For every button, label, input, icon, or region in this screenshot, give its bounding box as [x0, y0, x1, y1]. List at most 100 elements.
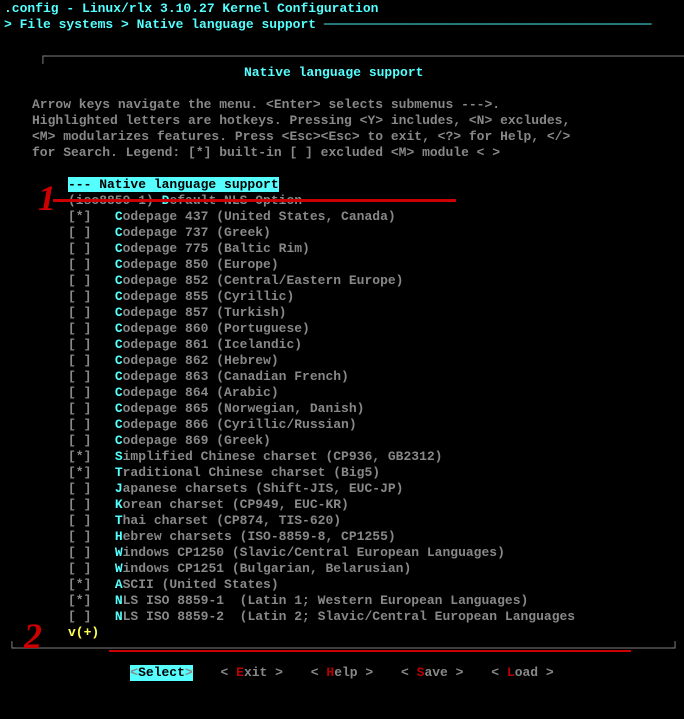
checkbox-mark[interactable]: [ ]: [68, 385, 91, 400]
hotkey: T: [115, 465, 123, 480]
checkbox-mark[interactable]: [*]: [68, 465, 91, 480]
hotkey: C: [115, 305, 123, 320]
hotkey: C: [115, 385, 123, 400]
option-label: indows CP1251 (Bulgarian, Belarusian): [123, 561, 412, 576]
hotkey: H: [115, 529, 123, 544]
help-line: Highlighted letters are hotkeys. Pressin…: [32, 113, 652, 129]
list-item[interactable]: [ ] Windows CP1250 (Slavic/Central Europ…: [68, 545, 676, 561]
checkbox-mark[interactable]: [*]: [68, 449, 91, 464]
hotkey: C: [115, 353, 123, 368]
list-item[interactable]: [*] Codepage 437 (United States, Canada): [68, 209, 676, 225]
hotkey: C: [115, 321, 123, 336]
list-item[interactable]: [ ] Codepage 864 (Arabic): [68, 385, 676, 401]
button-label: ave: [424, 665, 447, 680]
list-item[interactable]: [*] Simplified Chinese charset (CP936, G…: [68, 449, 676, 465]
list-item[interactable]: [ ] Codepage 866 (Cyrillic/Russian): [68, 417, 676, 433]
list-item[interactable]: [ ] Codepage 855 (Cyrillic): [68, 289, 676, 305]
section-header-row[interactable]: --- Native language support: [68, 177, 676, 193]
option-label: implified Chinese charset (CP936, GB2312…: [123, 449, 443, 464]
checkbox-mark[interactable]: [ ]: [68, 417, 91, 432]
hotkey: E: [236, 665, 244, 680]
list-item[interactable]: [ ] Windows CP1251 (Bulgarian, Belarusia…: [68, 561, 676, 577]
checkbox-mark[interactable]: [ ]: [68, 289, 91, 304]
option-list[interactable]: --- Native language support (iso8859-1) …: [8, 177, 676, 625]
list-item[interactable]: [ ] Thai charset (CP874, TIS-620): [68, 513, 676, 529]
list-item[interactable]: [ ] Codepage 852 (Central/Eastern Europe…: [68, 273, 676, 289]
hotkey: K: [115, 497, 123, 512]
checkbox-mark[interactable]: [ ]: [68, 481, 91, 496]
checkbox-mark[interactable]: [ ]: [68, 433, 91, 448]
list-item[interactable]: [ ] Korean charset (CP949, EUC-KR): [68, 497, 676, 513]
hotkey: C: [115, 257, 123, 272]
option-label: apanese charsets (Shift-JIS, EUC-JP): [123, 481, 404, 496]
hotkey: C: [115, 401, 123, 416]
list-item[interactable]: [ ] Codepage 737 (Greek): [68, 225, 676, 241]
checkbox-mark[interactable]: [ ]: [68, 401, 91, 416]
list-item[interactable]: [ ] NLS ISO 8859-2 (Latin 2; Slavic/Cent…: [68, 609, 676, 625]
list-item[interactable]: [ ] Codepage 869 (Greek): [68, 433, 676, 449]
checkbox-mark[interactable]: [ ]: [68, 337, 91, 352]
checkbox-mark[interactable]: [ ]: [68, 561, 91, 576]
list-item[interactable]: [ ] Codepage 861 (Icelandic): [68, 337, 676, 353]
hotkey: C: [115, 433, 123, 448]
checkbox-mark[interactable]: [ ]: [68, 305, 91, 320]
breadcrumb-file-systems: File systems: [20, 17, 114, 32]
list-item[interactable]: [ ] Codepage 863 (Canadian French): [68, 369, 676, 385]
list-item[interactable]: [ ] Codepage 850 (Europe): [68, 257, 676, 273]
window-title: .config - Linux/rlx 3.10.27 Kernel Confi…: [0, 0, 684, 17]
breadcrumb-native-lang: Native language support: [137, 17, 316, 32]
default-nls-option[interactable]: (iso8859-1) Default NLS Option: [68, 193, 676, 209]
hotkey: C: [115, 225, 123, 240]
help-line: for Search. Legend: [*] built-in [ ] exc…: [32, 145, 652, 161]
option-label: SCII (United States): [123, 577, 279, 592]
list-item[interactable]: [ ] Japanese charsets (Shift-JIS, EUC-JP…: [68, 481, 676, 497]
list-item[interactable]: [ ] Hebrew charsets (ISO-8859-8, CP1255): [68, 529, 676, 545]
hotkey: C: [115, 417, 123, 432]
list-item[interactable]: [ ] Codepage 865 (Norwegian, Danish): [68, 401, 676, 417]
list-item[interactable]: [ ] Codepage 857 (Turkish): [68, 305, 676, 321]
option-label: odepage 850 (Europe): [123, 257, 279, 272]
hotkey: N: [115, 593, 123, 608]
checkbox-mark[interactable]: [ ]: [68, 529, 91, 544]
checkbox-mark[interactable]: [ ]: [68, 545, 91, 560]
checkbox-mark[interactable]: [*]: [68, 577, 91, 592]
list-item[interactable]: [*] Traditional Chinese charset (Big5): [68, 465, 676, 481]
checkbox-mark[interactable]: [ ]: [68, 257, 91, 272]
checkbox-mark[interactable]: [ ]: [68, 241, 91, 256]
list-item[interactable]: [ ] Codepage 860 (Portuguese): [68, 321, 676, 337]
hotkey: J: [115, 481, 123, 496]
option-label: odepage 862 (Hebrew): [123, 353, 279, 368]
option-label: orean charset (CP949, EUC-KR): [123, 497, 349, 512]
help-line: <M> modularizes features. Press <Esc><Es…: [32, 129, 652, 145]
checkbox-mark[interactable]: [ ]: [68, 353, 91, 368]
checkbox-mark[interactable]: [ ]: [68, 513, 91, 528]
exit-button[interactable]: < Exit >: [221, 665, 283, 681]
hotkey: S: [115, 449, 123, 464]
button-label: oad: [515, 665, 538, 680]
button-label: elp: [334, 665, 357, 680]
select-button[interactable]: <Select>: [130, 665, 192, 681]
checkbox-mark[interactable]: [ ]: [68, 321, 91, 336]
save-button[interactable]: < Save >: [401, 665, 463, 681]
checkbox-mark[interactable]: [ ]: [68, 609, 91, 624]
help-button[interactable]: < Help >: [311, 665, 373, 681]
checkbox-mark[interactable]: [ ]: [68, 273, 91, 288]
list-item[interactable]: [*] NLS ISO 8859-1 (Latin 1; Western Eur…: [68, 593, 676, 609]
section-title: Native language support: [240, 65, 427, 81]
list-item[interactable]: [*] ASCII (United States): [68, 577, 676, 593]
checkbox-mark[interactable]: [*]: [68, 209, 91, 224]
hotkey: C: [115, 337, 123, 352]
option-label: odepage 863 (Canadian French): [123, 369, 349, 384]
section-header-label: Native language support: [91, 177, 278, 192]
checkbox-mark[interactable]: [*]: [68, 593, 91, 608]
list-item[interactable]: [ ] Codepage 862 (Hebrew): [68, 353, 676, 369]
help-line: Arrow keys navigate the menu. <Enter> se…: [32, 97, 652, 113]
checkbox-mark[interactable]: [ ]: [68, 225, 91, 240]
hotkey: W: [115, 545, 123, 560]
button-label: Select: [138, 665, 185, 680]
load-button[interactable]: < Load >: [491, 665, 553, 681]
list-item[interactable]: [ ] Codepage 775 (Baltic Rim): [68, 241, 676, 257]
breadcrumb: > File systems > Native language support…: [0, 17, 684, 33]
checkbox-mark[interactable]: [ ]: [68, 497, 91, 512]
checkbox-mark[interactable]: [ ]: [68, 369, 91, 384]
